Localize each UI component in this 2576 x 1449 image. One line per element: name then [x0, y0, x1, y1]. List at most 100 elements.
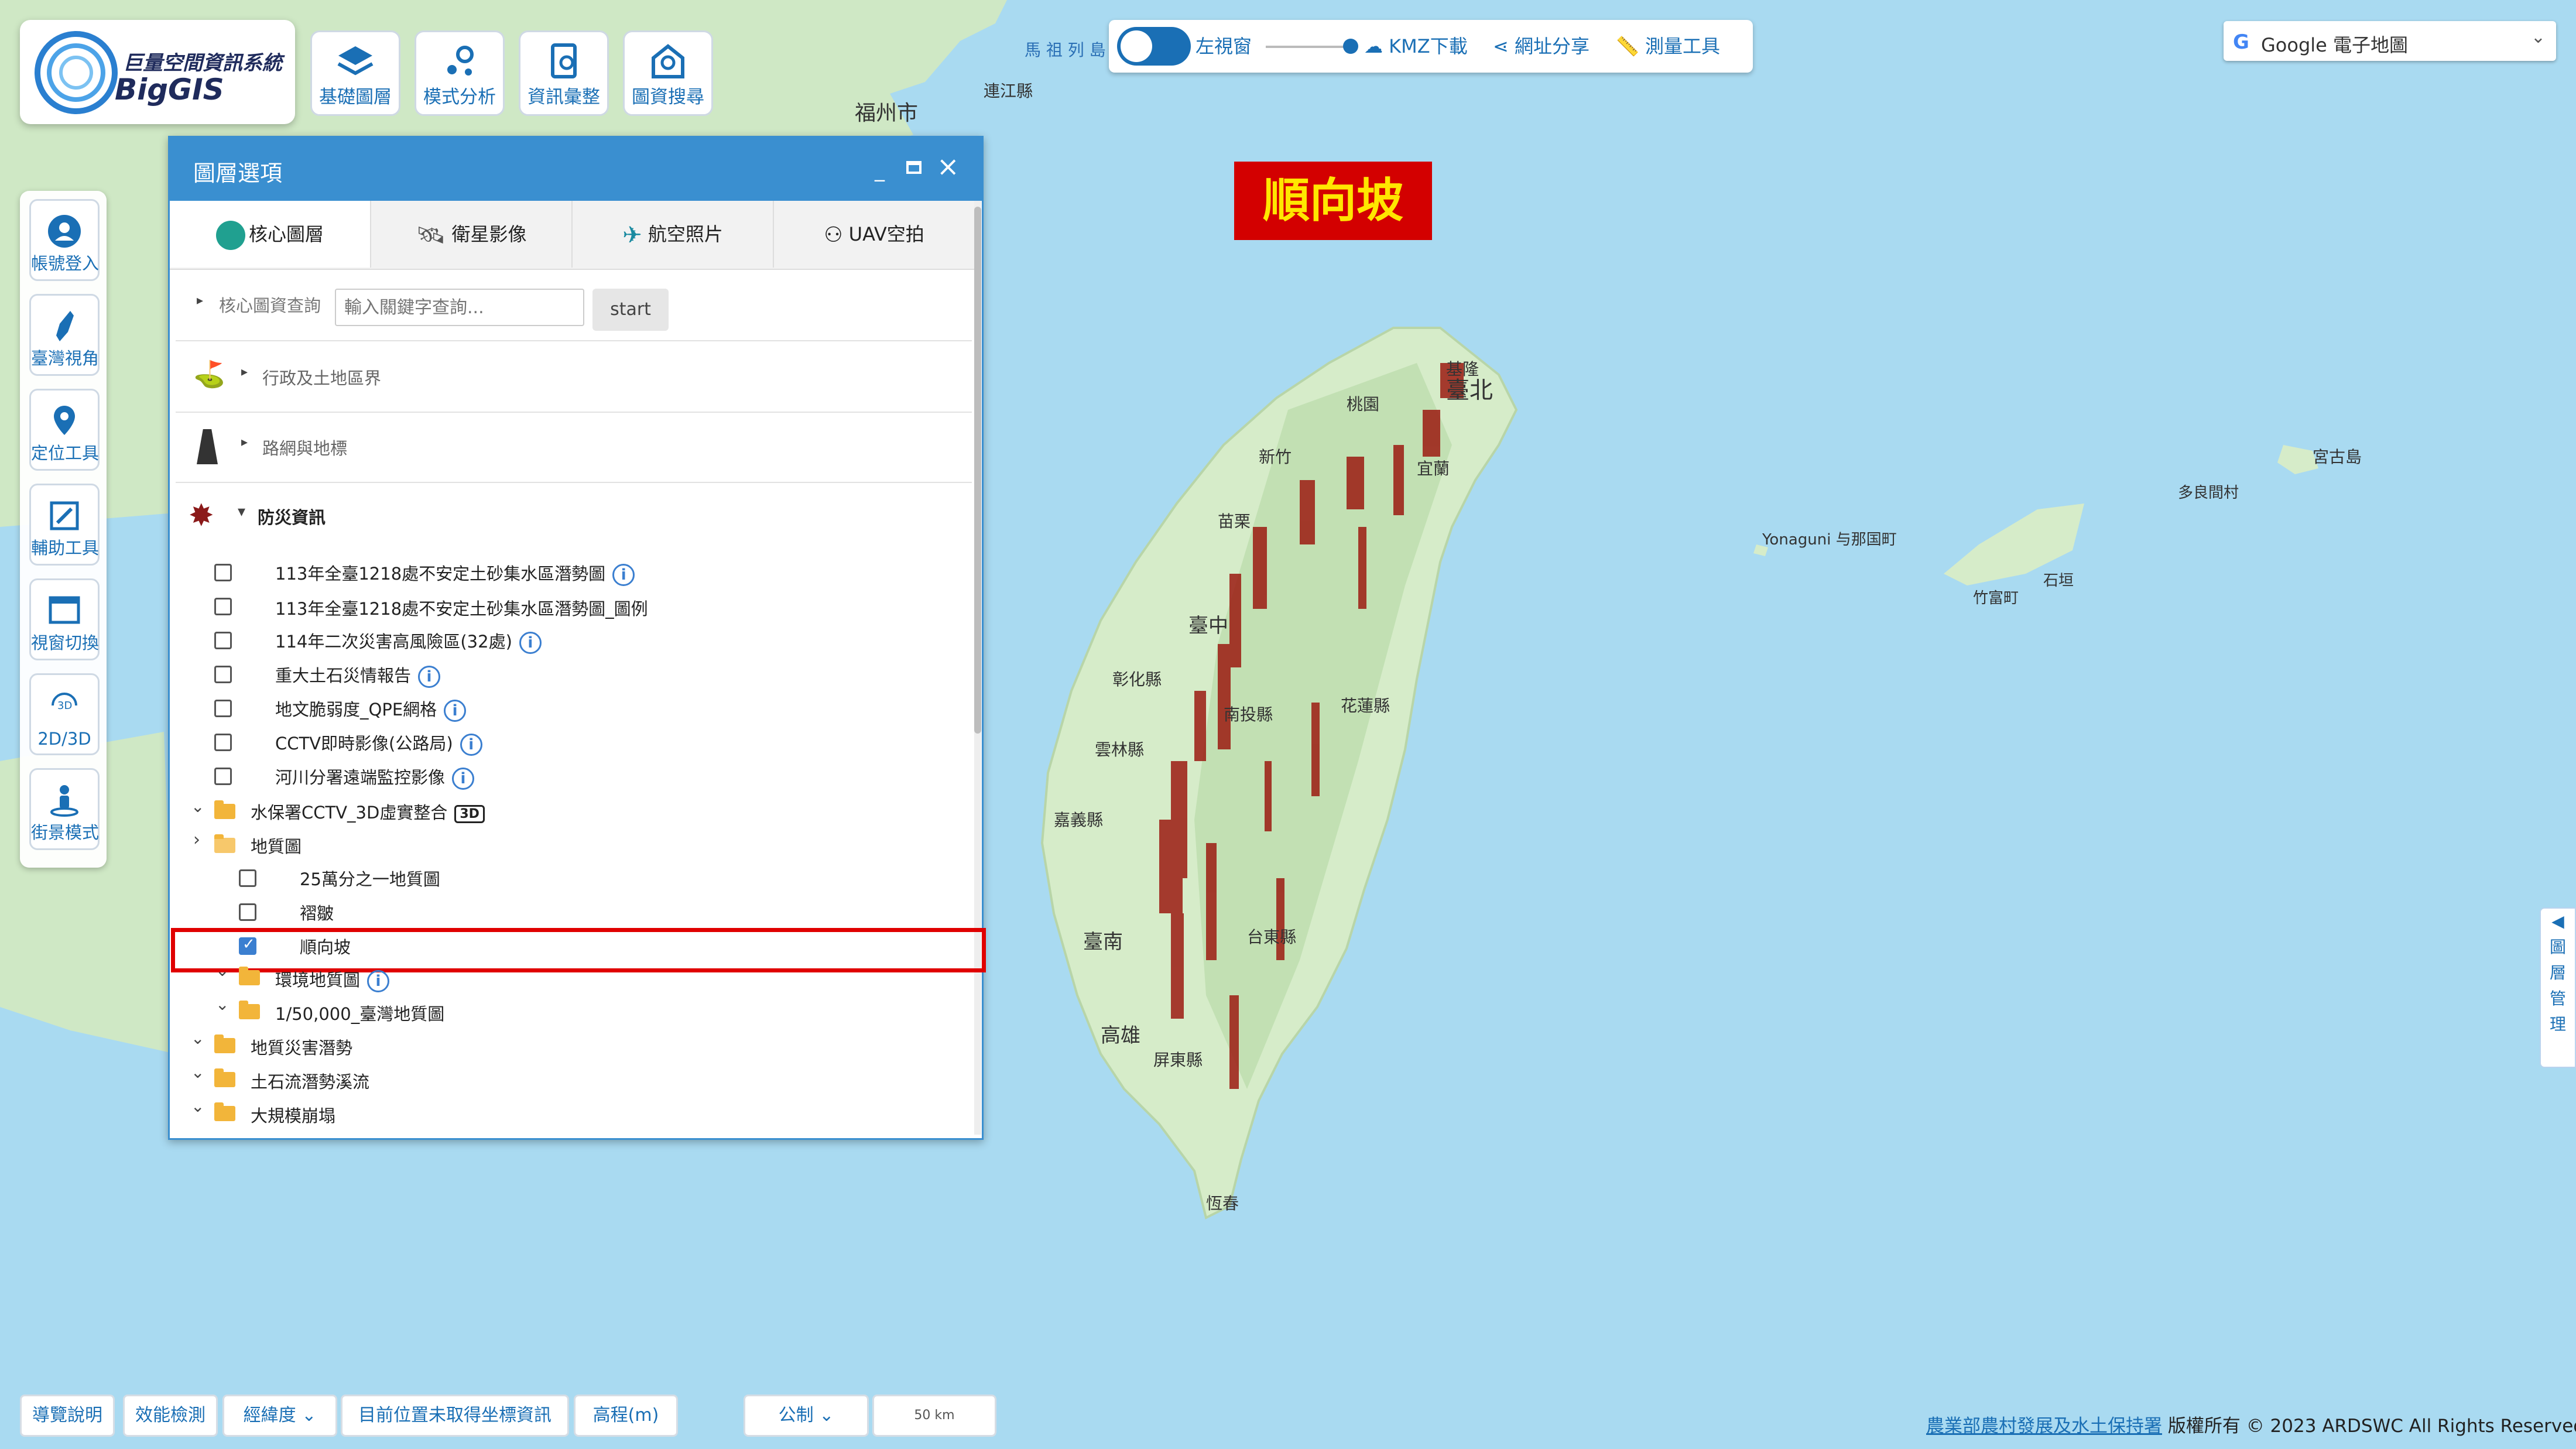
caret-down-icon[interactable]: ▾	[238, 503, 245, 520]
opacity-slider[interactable]	[1266, 46, 1354, 48]
admin-boundary-label: 行政及土地區界	[262, 368, 382, 388]
folder-item[interactable]: 土石流潛勢溪流	[251, 1068, 369, 1093]
caret-right-icon: ▸	[241, 365, 248, 379]
performance-button[interactable]: 效能檢測	[123, 1395, 218, 1437]
checkbox[interactable]	[239, 869, 256, 887]
analysis-button[interactable]: 模式分析	[415, 30, 505, 116]
kmz-download-button[interactable]: ☁ KMZ下載	[1364, 32, 1468, 59]
airplane-icon: ✈	[622, 222, 642, 249]
tab-aerial[interactable]: ✈ 航空照片	[573, 201, 774, 268]
coord-select[interactable]: 經緯度 ⌄	[222, 1395, 337, 1437]
tab-core-label: 核心圖層	[248, 223, 324, 245]
checkbox[interactable]	[214, 666, 232, 683]
checkbox[interactable]	[214, 598, 232, 615]
cctv-folder[interactable]: 水保署CCTV_3D虛實整合 3D	[251, 799, 485, 824]
checkbox[interactable]	[239, 903, 256, 921]
unit-select[interactable]: 公制 ⌄	[744, 1395, 869, 1437]
report-button[interactable]: 資訊彙整	[519, 30, 609, 116]
chevron-down-icon: ⌄	[2530, 27, 2546, 47]
road-icon	[197, 429, 218, 464]
layer-item[interactable]: 重大土石災情報告 i	[275, 662, 441, 688]
right-tab-char: 層	[2549, 963, 2566, 982]
layer-item[interactable]: CCTV即時影像(公路局) i	[275, 730, 482, 756]
taiwan-view-button[interactable]: 臺灣視角	[29, 294, 100, 376]
label-fuzhou: 福州市	[855, 101, 918, 125]
chevron-down-icon[interactable]: ⌄	[191, 1029, 204, 1048]
folder-item[interactable]: 大規模崩塌	[251, 1102, 335, 1127]
core-search-input[interactable]	[335, 289, 584, 326]
info-icon[interactable]: i	[444, 700, 467, 722]
info-icon[interactable]: i	[452, 768, 475, 790]
maximize-icon[interactable]	[906, 161, 922, 174]
streetview-button[interactable]: 街景模式	[29, 768, 100, 850]
minimize-icon[interactable]: _	[875, 159, 885, 182]
search-start-button[interactable]: start	[592, 289, 669, 331]
chevron-down-icon[interactable]: ⌄	[191, 1063, 204, 1082]
search-map-label: 圖資搜尋	[632, 87, 704, 108]
info-icon[interactable]: i	[418, 666, 441, 688]
aux-tools-button[interactable]: 輔助工具	[29, 484, 100, 566]
dimension-toggle-button[interactable]: 3D 2D/3D	[29, 673, 100, 755]
layer-item[interactable]: 113年全臺1218處不安定土砂集水區潛勢圖_圖例	[275, 595, 648, 620]
base-layer-button[interactable]: 基礎圖層	[310, 30, 400, 116]
checkbox-checked[interactable]: ✓	[239, 936, 256, 955]
chevron-right-icon[interactable]: ›	[193, 830, 200, 850]
layer-item[interactable]: 河川分署遠端監控影像 i	[275, 764, 475, 790]
login-button[interactable]: 帳號登入	[29, 199, 100, 281]
basemap-select[interactable]: G Google 電子地圖 ⌄	[2224, 21, 2556, 61]
measure-button[interactable]: 📏 測量工具	[1616, 32, 1720, 59]
chevron-down-icon[interactable]: ⌄	[215, 995, 229, 1014]
layer-item[interactable]: 113年全臺1218處不安定土砂集水區潛勢圖 i	[275, 560, 635, 586]
core-layer-icon	[215, 221, 245, 250]
info-icon[interactable]: i	[460, 734, 482, 756]
chevron-down-icon[interactable]: ⌄	[191, 797, 204, 816]
checkbox[interactable]	[214, 632, 232, 649]
layer-item[interactable]: 25萬分之一地質圖	[300, 866, 440, 890]
geo-folder[interactable]: 地質圖	[251, 833, 302, 858]
label-miaoli: 苗栗	[1218, 512, 1251, 531]
top-toolbar: 左視窗 ☁ KMZ下載 ⋖ 網址分享 📏 測量工具	[1109, 20, 1753, 73]
taiwan-icon	[56, 311, 74, 341]
info-icon[interactable]: i	[612, 564, 635, 586]
org-link[interactable]: 農業部農村發展及水土保持署	[1926, 1416, 2162, 1437]
layer-item[interactable]: 地文脆弱度_QPE網格 i	[275, 696, 467, 722]
checkbox[interactable]	[214, 734, 232, 751]
road-section[interactable]: ▸ 路網與地標	[176, 413, 972, 483]
label-miyako: 宮古島	[2313, 447, 2362, 467]
panel-tabs: 核心圖層 🛰 衛星影像 ✈ 航空照片 ⚇ UAV空拍	[170, 201, 977, 270]
close-icon[interactable]: ×	[937, 150, 960, 182]
checkbox[interactable]	[214, 564, 232, 581]
tab-core-layers[interactable]: 核心圖層	[170, 201, 371, 268]
folder-item[interactable]: 地質災害潛勢	[251, 1034, 352, 1059]
layer-item-selected[interactable]: 順向坡	[300, 934, 351, 958]
folder-icon	[214, 1068, 235, 1087]
map50k-folder[interactable]: 1/50,000_臺灣地質圖	[275, 1001, 444, 1025]
chevron-down-icon[interactable]: ⌄	[215, 961, 229, 980]
layer-manage-tab[interactable]: ◀ 圖 層 管 理	[2540, 907, 2576, 1068]
tab-uav[interactable]: ⚇ UAV空拍	[774, 201, 975, 268]
user-icon	[48, 215, 81, 248]
env-folder[interactable]: 環境地質圖 i	[275, 967, 390, 992]
info-icon[interactable]: i	[367, 970, 390, 992]
label-yilan: 宜蘭	[1417, 459, 1450, 478]
layer-item[interactable]: 褶皺	[300, 900, 334, 924]
admin-boundary-section[interactable]: ⛳ ▸ 行政及土地區界	[176, 342, 972, 413]
slider-handle[interactable]	[1343, 39, 1358, 54]
panel-header[interactable]: 圖層選項 _ ×	[170, 138, 982, 201]
locate-button[interactable]: 定位工具	[29, 389, 100, 471]
window-switch-button[interactable]: 視窗切換	[29, 578, 100, 660]
window-switch-label: 視窗切換	[31, 633, 100, 653]
checkbox[interactable]	[214, 700, 232, 717]
info-icon[interactable]: i	[519, 632, 542, 654]
search-map-button[interactable]: 圖資搜尋	[623, 30, 713, 116]
guide-button[interactable]: 導覽說明	[20, 1395, 115, 1437]
report-icon	[551, 43, 577, 78]
left-view-toggle[interactable]	[1117, 27, 1191, 66]
checkbox[interactable]	[214, 768, 232, 785]
layer-item[interactable]: 114年二次災害高風險區(32處) i	[275, 628, 542, 654]
chevron-down-icon[interactable]: ⌄	[191, 1097, 204, 1116]
tab-satellite[interactable]: 🛰 衛星影像	[371, 201, 573, 268]
app-logo[interactable]: 巨量空間資訊系統 BigGIS	[20, 20, 295, 124]
share-button[interactable]: ⋖ 網址分享	[1493, 32, 1590, 59]
panel-scrollbar[interactable]	[974, 201, 981, 1135]
